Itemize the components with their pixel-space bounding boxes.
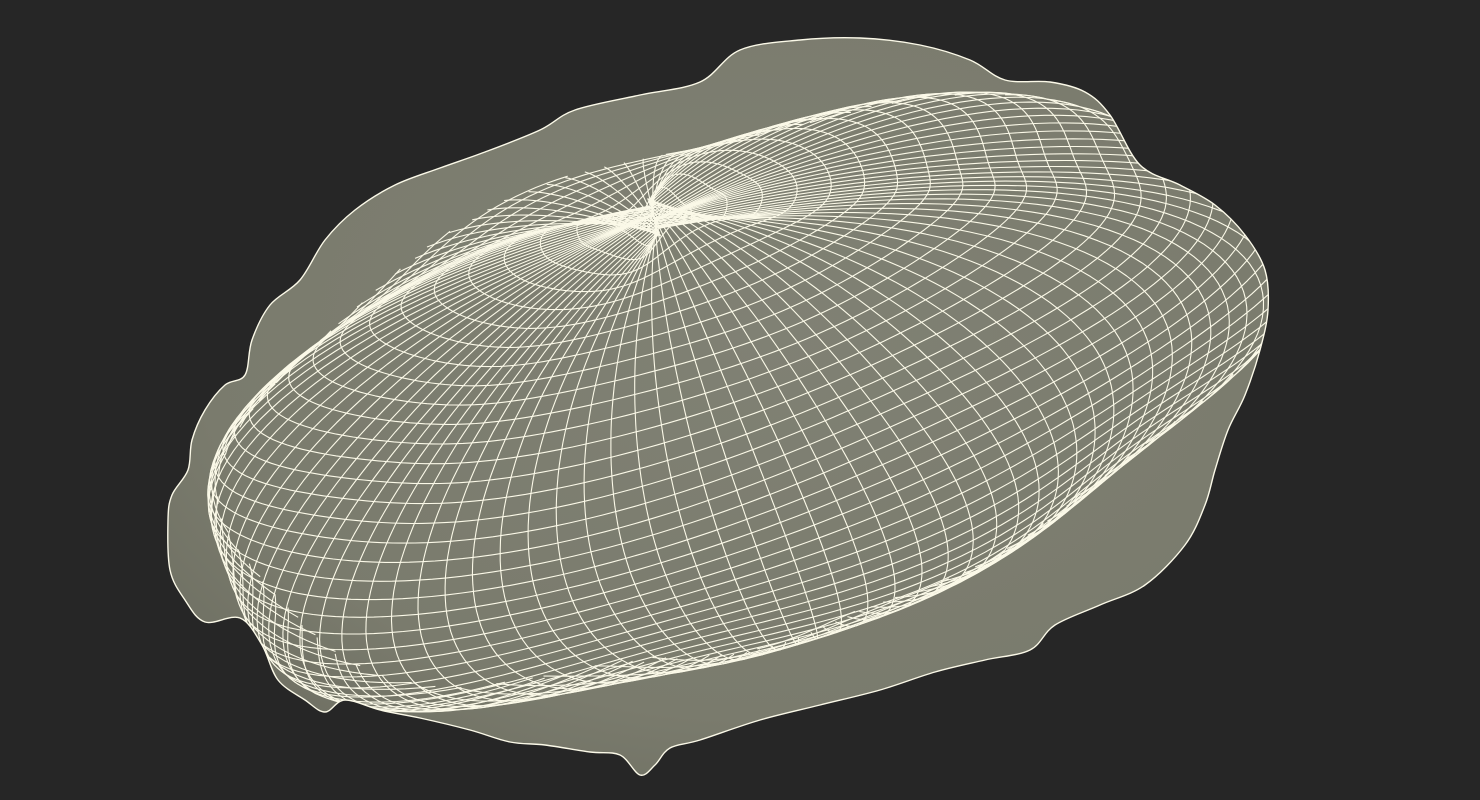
render-viewport (0, 0, 1480, 800)
wireframe-render (167, 36, 1270, 776)
wireframe-mesh (167, 36, 1270, 776)
